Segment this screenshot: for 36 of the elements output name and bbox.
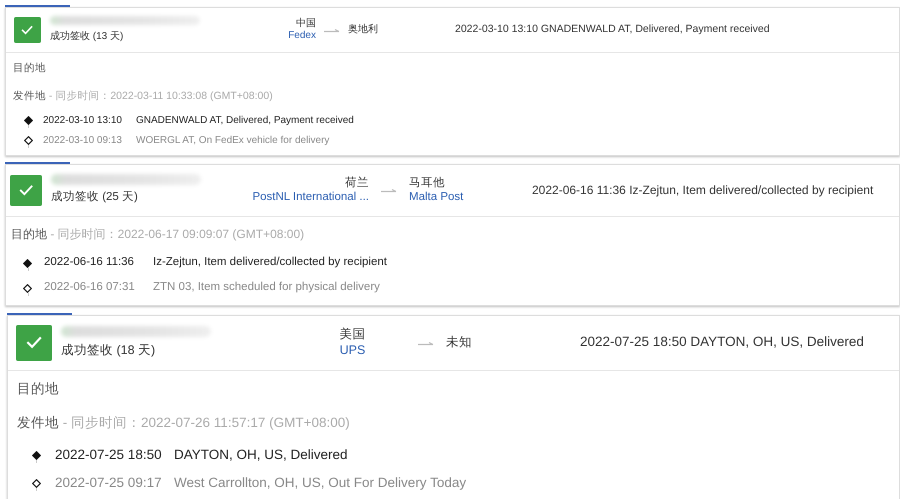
latest-event: 2022-06-16 11:36 Iz-Zejtun, Item delivered/collected by recipient <box>532 182 874 199</box>
status-text: 成功签收 (18 天) <box>61 342 156 359</box>
destination-country: 未知 <box>446 334 473 350</box>
event-description: GNADENWALD AT, Delivered, Payment received <box>136 114 354 128</box>
origin-country: 中国 <box>295 18 316 30</box>
event-description: DAYTON, OH, US, Delivered <box>174 446 348 464</box>
origin-country: 荷兰 <box>344 176 369 190</box>
destination-country: 奥地利 <box>348 24 379 36</box>
event-time: 2022-07-25 18:50 <box>55 446 163 464</box>
carrier-name[interactable]: UPS <box>300 342 405 358</box>
arrow-icon <box>324 27 340 33</box>
event-time: 2022-06-16 11:36 <box>44 255 135 270</box>
section-label: 目的地 <box>13 61 47 76</box>
event-time: 2022-06-16 07:31 <box>44 280 136 296</box>
event-time: 2022-03-10 13:10 <box>43 114 123 128</box>
arrow-icon <box>381 187 397 193</box>
latest-event: 2022-07-25 18:50 DAYTON, OH, US, Delivered <box>580 333 864 352</box>
event-description: Iz-Zejtun, Item delivered/collected by recipient <box>153 255 387 270</box>
arrow-icon <box>418 340 434 346</box>
carrier-name[interactable]: PostNL International ... <box>249 190 369 204</box>
origin-country: 美国 <box>338 326 366 342</box>
carrier-name[interactable]: Malta Post <box>409 190 532 204</box>
event-time: 2022-07-25 09:17 <box>55 474 163 492</box>
status-text: 成功签收 (25 天) <box>51 190 139 205</box>
section-label: 发件地 - 同步时间：2022-07-26 11:57:17 (GMT+08:00) <box>17 414 351 432</box>
latest-event: 2022-03-10 13:10 GNADENWALD AT, Delivered, Payment received <box>455 22 770 38</box>
event-description: WOERGL AT, On FedEx vehicle for delivery <box>136 134 330 148</box>
status-text: 成功签收 (13 天) <box>50 30 124 44</box>
section-label: 目的地 - 同步时间：2022-06-17 09:09:07 (GMT+08:00) <box>11 226 306 242</box>
destination-country: 马耳他 <box>409 176 446 190</box>
event-description: ZTN 03, Item scheduled for physical delivery <box>153 280 380 296</box>
event-time: 2022-03-10 09:13 <box>43 134 123 148</box>
section-label: 目的地 <box>17 380 60 398</box>
section-label: 发件地 - 同步时间：2022-03-11 10:33:08 (GMT+08:00) <box>13 88 274 104</box>
event-description: West Carrollton, OH, US, Out For Delivery Today <box>174 474 466 492</box>
carrier-name[interactable]: Fedex <box>216 30 316 42</box>
